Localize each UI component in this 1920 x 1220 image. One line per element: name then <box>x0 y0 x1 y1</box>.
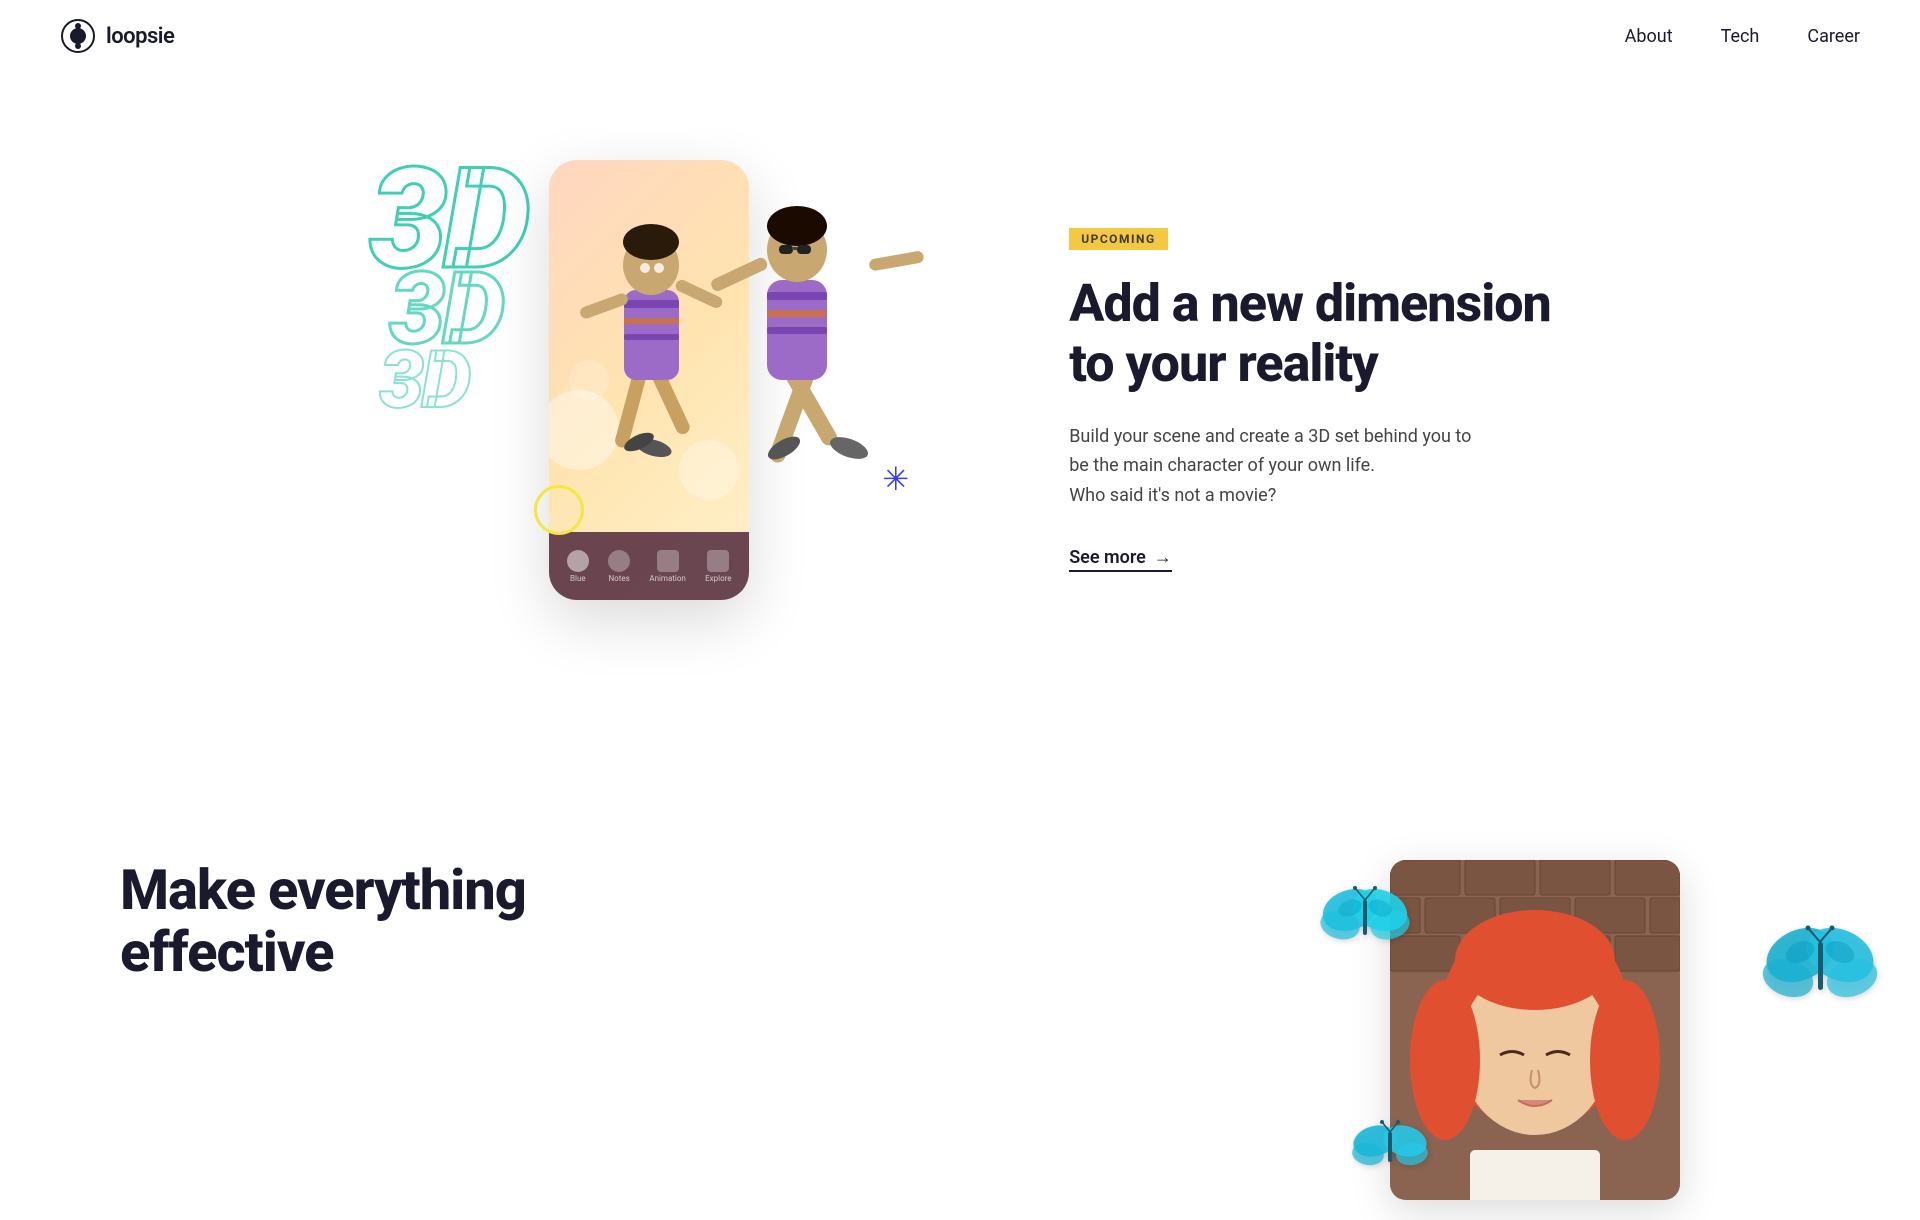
phone-tab-notes: Notes <box>608 550 630 583</box>
feature-description: Build your scene and create a 3D set beh… <box>1069 422 1551 511</box>
phone-tab-notes-label: Notes <box>608 574 629 583</box>
floating-dancer-svg <box>679 140 929 520</box>
effective-title: Make everything effective <box>120 860 526 983</box>
cursor-circle <box>534 485 584 535</box>
girl-face <box>1390 860 1680 1200</box>
butterfly-bottom <box>1350 1116 1430 1180</box>
nav-about[interactable]: About <box>1625 26 1673 47</box>
content-3d: UPCOMING Add a new dimension to your rea… <box>1069 228 1551 572</box>
girl-svg <box>1390 860 1680 1200</box>
main-content: 3D 3D 3D ✦ ✳ <box>0 0 1920 1220</box>
phone-tab-animation: Animation <box>649 550 686 583</box>
nav-career[interactable]: Career <box>1807 26 1860 47</box>
section-effective: Make everything effective <box>0 800 1920 1220</box>
phone-tab-blue-label: Blue <box>570 574 586 583</box>
feature-title: Add a new dimension to your reality <box>1069 274 1551 394</box>
logo-icon <box>60 18 96 54</box>
butterfly-area <box>1340 860 1800 1220</box>
effective-text: Make everything effective <box>120 860 526 983</box>
header: loopsie About Tech Career <box>0 0 1920 72</box>
badge-upcoming: UPCOMING <box>1069 228 1167 250</box>
phone-tab-explore-label: Explore <box>705 574 731 583</box>
phone-tab-animation-label: Animation <box>649 574 686 583</box>
see-more-link[interactable]: See more → <box>1069 547 1172 572</box>
phone-nav-bar: Blue Notes Animation Explore <box>549 532 749 600</box>
phone-tab-explore: Explore <box>705 550 731 583</box>
logo[interactable]: loopsie <box>60 18 174 54</box>
nav-tech[interactable]: Tech <box>1721 26 1760 47</box>
main-nav: About Tech Career <box>1625 26 1860 47</box>
butterfly-top-left <box>1320 880 1410 954</box>
phone-area: 3D 3D 3D ✦ ✳ <box>369 140 949 660</box>
butterfly-right <box>1760 920 1880 1014</box>
spacer-1 <box>0 720 1920 800</box>
deco-3d-text-3: 3D <box>379 340 468 420</box>
logo-text: loopsie <box>106 24 174 49</box>
girl-photo <box>1390 860 1680 1200</box>
phone-tab-blue: Blue <box>567 550 589 583</box>
floating-dancer <box>679 140 929 524</box>
section-3d: 3D 3D 3D ✦ ✳ <box>0 80 1920 720</box>
